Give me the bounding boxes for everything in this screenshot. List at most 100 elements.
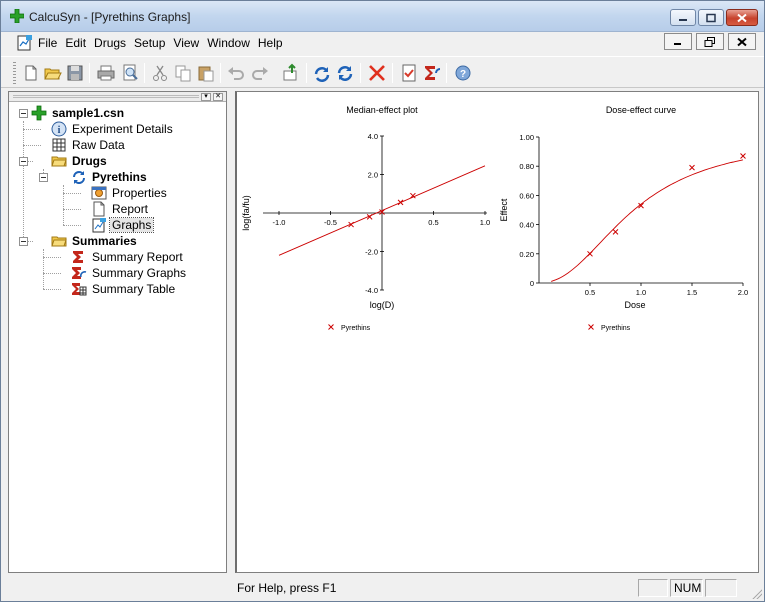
mdi-minimize-button[interactable] bbox=[664, 33, 692, 50]
export-icon[interactable] bbox=[281, 63, 301, 83]
tree-connector bbox=[63, 225, 81, 226]
chart2-y-tick-label: 0.80 bbox=[519, 162, 534, 171]
document-icon bbox=[93, 201, 105, 217]
chart1-legend-label: Pyrethins bbox=[341, 325, 371, 332]
redo-icon[interactable] bbox=[250, 63, 270, 83]
chart2-data-point bbox=[689, 164, 695, 171]
tree-item-experiment-details[interactable]: i Experiment Details bbox=[51, 121, 175, 137]
tree-connector bbox=[43, 289, 61, 290]
app-window: CalcuSyn - [Pyrethins Graphs] File Edit … bbox=[0, 0, 765, 602]
refresh-arrows-icon bbox=[73, 171, 85, 184]
help-icon[interactable]: ? bbox=[453, 63, 473, 83]
toolbar-separator bbox=[89, 63, 90, 83]
tree-expander-root[interactable] bbox=[19, 109, 28, 118]
menu-edit[interactable]: Edit bbox=[65, 36, 86, 50]
cut-icon[interactable] bbox=[150, 63, 170, 83]
tree-item-graphs[interactable]: Graphs bbox=[91, 217, 155, 233]
chart2-y-tick-label: 0 bbox=[530, 279, 534, 288]
tree-item-pyrethins[interactable]: Pyrethins bbox=[71, 169, 149, 185]
tree-item-summary-graphs[interactable]: Summary Graphs bbox=[71, 265, 188, 281]
status-bar: For Help, press F1 NUM bbox=[1, 577, 764, 601]
copy-icon[interactable] bbox=[173, 63, 193, 83]
restore-icon bbox=[706, 13, 716, 22]
chart2-data-point bbox=[740, 153, 746, 159]
graphs-canvas: Median-effect plot -1.0 -0.5 0.5 1.0 4.0 2.0 -2… bbox=[241, 105, 748, 332]
menu-window[interactable]: Window bbox=[207, 36, 250, 50]
open-icon[interactable] bbox=[43, 63, 63, 83]
tree-expander-summaries[interactable] bbox=[19, 237, 28, 246]
menu-drugs[interactable]: Drugs bbox=[94, 36, 126, 50]
chart2-y-tick-label: 0.60 bbox=[519, 191, 534, 200]
document-graph-icon[interactable] bbox=[16, 34, 34, 52]
menu-view[interactable]: View bbox=[173, 36, 199, 50]
tree-item-raw-data[interactable]: Raw Data bbox=[51, 137, 127, 153]
toolbar-separator bbox=[144, 63, 145, 83]
minimize-button[interactable] bbox=[670, 9, 696, 26]
tree-label-root: sample1.csn bbox=[52, 106, 125, 120]
new-icon[interactable] bbox=[21, 63, 41, 83]
menu-file[interactable]: File bbox=[38, 36, 57, 50]
report-icon[interactable] bbox=[399, 63, 419, 83]
tree-connector bbox=[43, 257, 61, 258]
chart1-x-label: log(D) bbox=[370, 300, 395, 310]
toolbar-grip[interactable] bbox=[13, 62, 16, 84]
chart2-title: Dose-effect curve bbox=[606, 105, 676, 115]
refresh-icon[interactable] bbox=[312, 63, 332, 83]
tree-item-drugs[interactable]: Drugs bbox=[51, 153, 109, 169]
chart1-y-tick-label: -2.0 bbox=[365, 248, 378, 257]
folder-icon bbox=[51, 236, 67, 247]
tree-expander-drugs[interactable] bbox=[19, 157, 28, 166]
tree-pane-close-button[interactable]: ✕ bbox=[213, 93, 223, 101]
tree-item-root[interactable]: sample1.csn bbox=[31, 105, 126, 121]
toolbar-separator bbox=[306, 63, 307, 83]
delete-icon[interactable] bbox=[367, 63, 387, 83]
maximize-button[interactable] bbox=[698, 9, 724, 26]
tree-connector bbox=[23, 129, 41, 130]
tree-item-summary-table[interactable]: Summary Table bbox=[71, 281, 177, 297]
title-bar[interactable]: CalcuSyn - [Pyrethins Graphs] bbox=[1, 1, 764, 32]
tree-item-report[interactable]: Report bbox=[91, 201, 150, 217]
tree-item-summary-report[interactable]: Summary Report bbox=[71, 249, 185, 265]
print-icon[interactable] bbox=[96, 63, 116, 83]
graphs-view: Median-effect plot -1.0 -0.5 0.5 1.0 4.0 2.0 -2… bbox=[235, 91, 759, 573]
undo-icon[interactable] bbox=[226, 63, 246, 83]
chart1-legend-marker bbox=[328, 324, 334, 330]
print-preview-icon[interactable] bbox=[120, 63, 140, 83]
tree-label-drugs: Drugs bbox=[72, 154, 107, 168]
menu-help[interactable]: Help bbox=[258, 36, 283, 50]
info-icon: i bbox=[51, 121, 67, 137]
chart2-x-label: Dose bbox=[624, 300, 645, 310]
reload-icon[interactable] bbox=[335, 63, 355, 83]
tree-label-report: Report bbox=[112, 202, 149, 216]
chart2-legend-label: Pyrethins bbox=[601, 325, 631, 332]
tree-connector bbox=[43, 273, 61, 274]
tree-item-properties[interactable]: Properties bbox=[91, 185, 169, 201]
paste-icon[interactable] bbox=[196, 63, 216, 83]
resize-grip[interactable] bbox=[750, 587, 762, 599]
toolbar-separator bbox=[392, 63, 393, 83]
tree-item-summaries[interactable]: Summaries bbox=[51, 233, 139, 249]
chart2-y-tick-label: 0.20 bbox=[519, 250, 534, 259]
menu-setup[interactable]: Setup bbox=[134, 36, 165, 50]
svg-text:?: ? bbox=[460, 69, 466, 80]
tree-label-summaries: Summaries bbox=[72, 234, 137, 248]
close-icon bbox=[737, 13, 747, 22]
chart1-x-tick-label: -1.0 bbox=[273, 218, 286, 227]
mdi-close-button[interactable] bbox=[728, 33, 756, 50]
tree-label-graphs: Graphs bbox=[108, 217, 155, 233]
close-button[interactable] bbox=[726, 9, 758, 26]
folder-icon bbox=[51, 156, 67, 167]
graph-document-icon bbox=[92, 218, 106, 233]
chart2-y-tick-label: 1.00 bbox=[519, 133, 534, 142]
summary-icon[interactable] bbox=[422, 63, 442, 83]
close-icon bbox=[737, 37, 747, 46]
tree-pane-menu-button[interactable]: ▾ bbox=[201, 93, 211, 101]
sigma-graph-icon bbox=[72, 267, 87, 279]
tree-pane-header[interactable]: ▾ ✕ bbox=[9, 92, 226, 102]
pane-splitter[interactable] bbox=[228, 91, 235, 573]
tree-expander-pyrethins[interactable] bbox=[39, 173, 48, 182]
chart1-y-label: log(fa/fu) bbox=[241, 195, 251, 231]
sigma-table-icon bbox=[72, 283, 87, 296]
save-icon[interactable] bbox=[65, 63, 85, 83]
mdi-restore-button[interactable] bbox=[696, 33, 724, 50]
